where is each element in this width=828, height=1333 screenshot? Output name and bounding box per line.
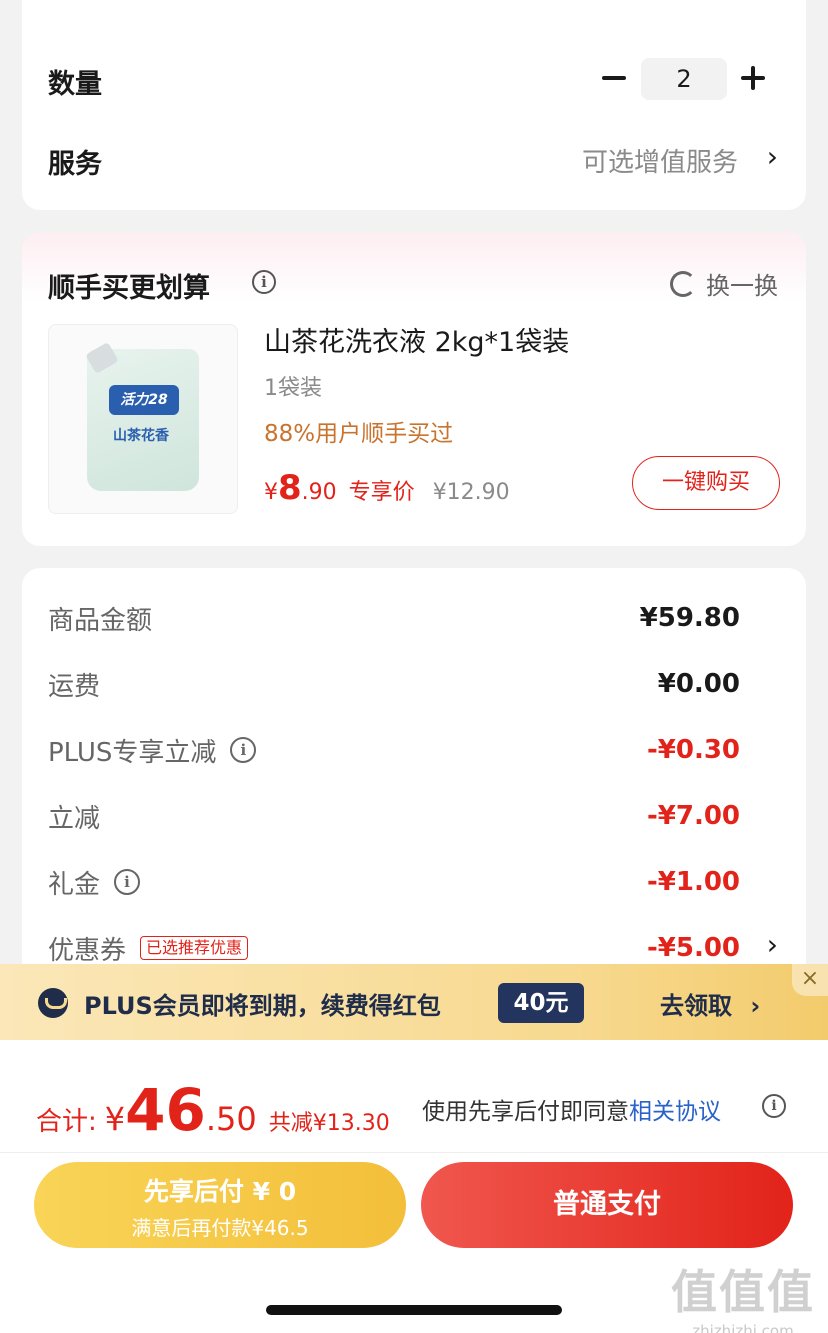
product-brand-logo: 活力28 <box>109 385 179 415</box>
product-image[interactable]: 活力28 山茶花香 <box>48 324 238 514</box>
summary-label: 礼金 <box>48 869 101 900</box>
summary-row-gift-money: 礼金 i -¥1.00 <box>48 862 740 902</box>
summary-value: ¥59.80 <box>639 603 740 633</box>
summary-row-shipping: 运费 ¥0.00 <box>48 664 740 704</box>
one-click-buy-button[interactable]: 一键购买 <box>632 456 780 510</box>
total-saved: 共减¥13.30 <box>268 1111 390 1136</box>
refresh-icon <box>670 270 696 297</box>
swap-button[interactable]: 换一换 <box>670 266 778 301</box>
product-price: ¥ 8 .90 专享价 ¥12.90 <box>264 468 510 508</box>
total-symbol: ¥ <box>104 1100 126 1138</box>
summary-label: 运费 <box>48 671 101 702</box>
watermark-logo: 值值值 <box>671 1265 815 1319</box>
summary-value: -¥5.00 <box>646 933 740 963</box>
price-tag: 专享价 <box>348 480 415 505</box>
banner-close-icon[interactable]: × <box>792 964 828 996</box>
quantity-label: 数量 <box>48 69 102 100</box>
normal-pay-button[interactable]: 普通支付 <box>421 1162 793 1248</box>
checkout-bar: 合计: ¥ 46 .50 共减¥13.30 使用先享后付即同意相关协议 i 先享… <box>0 1040 828 1333</box>
pay-later-subtitle: 满意后再付款¥46.5 <box>131 1216 309 1240</box>
red-packet-badge: 40元 <box>498 983 584 1023</box>
detergent-pouch-image <box>87 349 199 491</box>
product-image-label: 山茶花香 <box>113 428 169 444</box>
watermark-url: zhizhizhi.com <box>692 1322 794 1333</box>
summary-row-subtotal: 商品金额 ¥59.80 <box>48 598 740 638</box>
product-social-proof: 88%用户顺手买过 <box>264 421 454 447</box>
price-integer: 8 <box>278 468 302 508</box>
order-total: 合计: ¥ 46 .50 共减¥13.30 <box>36 1076 390 1144</box>
addon-info-icon[interactable]: i <box>252 270 276 294</box>
price-decimal: .90 <box>301 480 337 505</box>
summary-row-instant-discount: 立减 -¥7.00 <box>48 796 740 836</box>
quantity-service-card: 数量 2 服务 可选增值服务 › <box>22 0 806 210</box>
total-integer: 46 <box>125 1076 206 1144</box>
summary-label-wrap: PLUS专享立减 i <box>48 732 257 769</box>
claim-link[interactable]: 去领取 › <box>660 986 760 1021</box>
agreement-info-icon[interactable]: i <box>762 1094 786 1118</box>
agreement-text: 使用先享后付即同意相关协议 <box>422 1092 721 1126</box>
claim-chevron-right-icon: › <box>750 992 761 1020</box>
summary-value: -¥1.00 <box>646 867 740 897</box>
coupon-chevron-right-icon[interactable]: › <box>767 928 778 961</box>
quantity-increase-button[interactable] <box>740 58 766 98</box>
addon-title: 顺手买更划算 <box>48 273 210 304</box>
addon-recommendation-card: 顺手买更划算 i 换一换 活力28 山茶花香 山茶花洗衣液 2kg*1袋装 1袋… <box>22 232 806 546</box>
summary-value: ¥0.00 <box>657 669 740 699</box>
product-spec: 1袋装 <box>264 376 322 401</box>
plus-discount-info-icon[interactable]: i <box>230 737 257 763</box>
service-chevron-right-icon[interactable]: › <box>767 140 778 173</box>
service-selector[interactable]: 可选增值服务 <box>582 142 738 179</box>
summary-row-coupon[interactable]: 优惠券 已选推荐优惠 -¥5.00 <box>48 928 740 968</box>
summary-label: 商品金额 <box>48 605 153 636</box>
original-price: ¥12.90 <box>432 480 510 505</box>
summary-value: -¥7.00 <box>646 801 740 831</box>
summary-label: 优惠券 <box>48 935 127 966</box>
claim-label: 去领取 <box>660 992 732 1020</box>
swap-label: 换一换 <box>706 272 778 300</box>
price-symbol: ¥ <box>264 480 278 505</box>
summary-label-wrap: 礼金 i <box>48 864 141 901</box>
plus-crown-icon <box>38 988 68 1018</box>
gift-money-info-icon[interactable]: i <box>114 869 141 895</box>
coupon-recommended-tag: 已选推荐优惠 <box>140 936 249 960</box>
quantity-input[interactable]: 2 <box>641 58 727 100</box>
quantity-decrease-button[interactable] <box>602 58 628 98</box>
total-label: 合计: <box>36 1107 97 1137</box>
summary-value: -¥0.30 <box>646 735 740 765</box>
summary-row-plus-discount: PLUS专享立减 i -¥0.30 <box>48 730 740 770</box>
pay-later-button[interactable]: 先享后付 ¥ 0 满意后再付款¥46.5 <box>34 1162 406 1248</box>
service-label: 服务 <box>48 149 102 180</box>
summary-label-wrap: 优惠券 已选推荐优惠 <box>48 930 249 967</box>
home-indicator[interactable] <box>266 1305 562 1315</box>
agreement-link[interactable]: 相关协议 <box>629 1099 721 1125</box>
total-decimal: .50 <box>205 1100 257 1138</box>
product-name[interactable]: 山茶花洗衣液 2kg*1袋装 <box>264 320 569 359</box>
agreement-prefix: 使用先享后付即同意 <box>422 1099 629 1125</box>
plus-renewal-banner[interactable]: PLUS会员即将到期，续费得红包 40元 去领取 › × <box>0 964 828 1040</box>
summary-label: PLUS专享立减 <box>48 737 217 768</box>
pay-later-title: 先享后付 ¥ 0 <box>143 1177 297 1206</box>
divider <box>0 1152 828 1153</box>
plus-banner-text: PLUS会员即将到期，续费得红包 <box>84 992 441 1020</box>
site-watermark: 值值值 zhizhizhi.com <box>668 1256 818 1333</box>
summary-label: 立减 <box>48 803 101 834</box>
price-summary-card: 商品金额 ¥59.80 运费 ¥0.00 PLUS专享立减 i -¥0.30 立… <box>22 568 806 988</box>
